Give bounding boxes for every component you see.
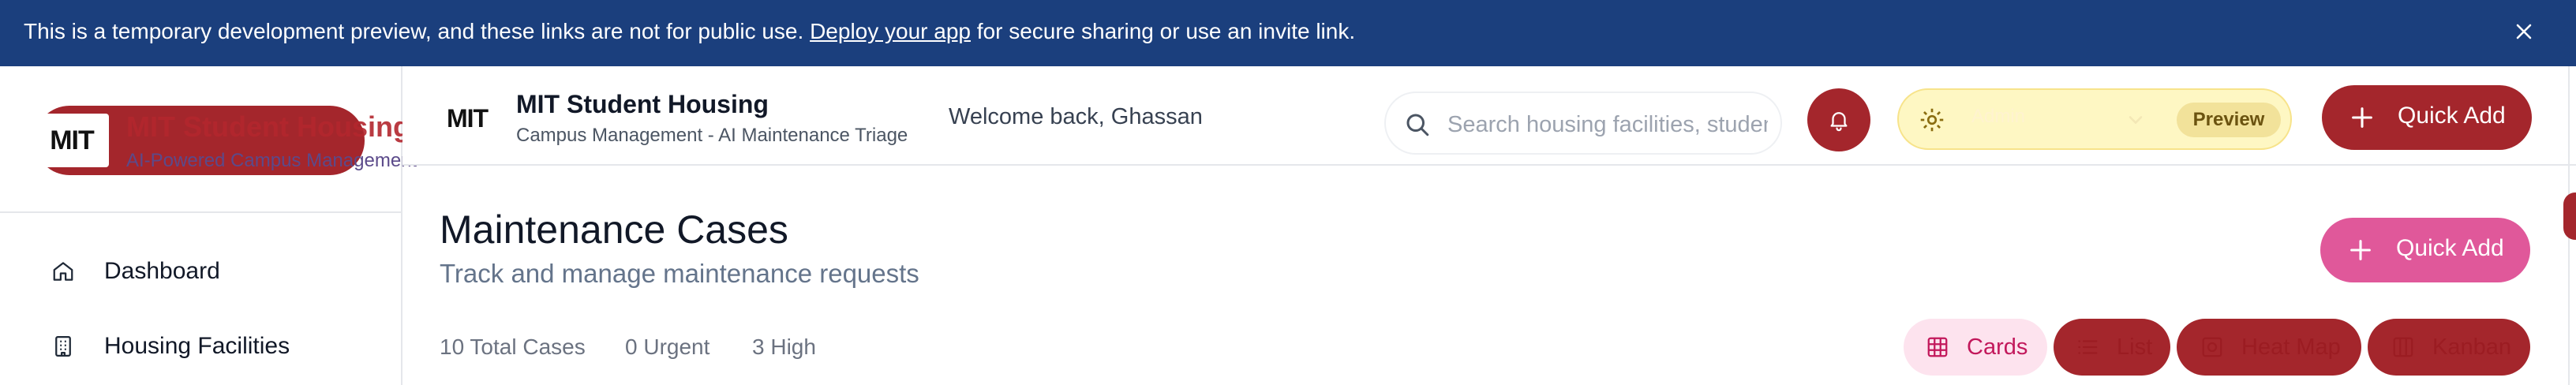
- sidebar-brand: MIT MIT Student Housing AI-Powered Campu…: [0, 66, 417, 213]
- brand-subtitle: AI-Powered Campus Management: [126, 150, 417, 171]
- close-icon: [2516, 24, 2532, 39]
- sidebar-item-label: Dashboard: [104, 258, 220, 284]
- welcome-message: Welcome back, Ghassan: [949, 104, 1203, 129]
- sidebar-item-dashboard[interactable]: Dashboard: [47, 248, 379, 295]
- quick-add-button[interactable]: Quick Add: [2320, 218, 2530, 282]
- sidebar-item-label: Housing Facilities: [104, 333, 290, 359]
- stat-high: 3 High: [752, 335, 816, 359]
- banner-message: This is a temporary development preview,…: [24, 17, 1355, 46]
- quick-add-label: Quick Add: [2398, 103, 2506, 129]
- view-toggle-list[interactable]: List: [2054, 319, 2170, 376]
- stat-total-cases: 10 Total Cases: [440, 335, 586, 359]
- page-title: Maintenance Cases: [440, 207, 788, 252]
- gear-icon: [1920, 108, 1944, 132]
- role-select-value[interactable]: Admin: [1971, 106, 2025, 128]
- deploy-app-link[interactable]: Deploy your app: [810, 19, 971, 43]
- page-subtitle: Track and manage maintenance requests: [440, 259, 919, 288]
- view-label: Cards: [1967, 334, 2028, 360]
- preview-badge: Preview: [2177, 103, 2281, 137]
- header-mit-logo: MIT: [447, 104, 489, 133]
- chevron-down-icon: [2129, 116, 2143, 125]
- top-header: MIT MIT Student Housing Campus Managemen…: [402, 66, 2576, 166]
- view-label: List: [2117, 334, 2153, 360]
- header-title: MIT Student Housing: [516, 90, 769, 118]
- bell-icon: [1830, 112, 1848, 132]
- preview-banner: This is a temporary development preview,…: [0, 0, 2576, 66]
- quick-add-label: Quick Add: [2396, 235, 2504, 261]
- search-box[interactable]: [1384, 92, 1782, 155]
- mit-logo: MIT: [35, 114, 109, 167]
- role-switcher[interactable]: Admin Preview: [1897, 88, 2292, 150]
- sidebar: MIT MIT Student Housing AI-Powered Campu…: [0, 66, 417, 385]
- view-toggle-cards[interactable]: Cards: [1904, 319, 2047, 376]
- view-toggle-heat-map[interactable]: Heat Map: [2177, 319, 2361, 376]
- header-subtitle: Campus Management - AI Maintenance Triag…: [516, 125, 908, 146]
- plus-icon: [2350, 240, 2371, 260]
- plus-icon: [2352, 107, 2372, 128]
- brand-title: MIT Student Housing: [126, 110, 402, 143]
- list-icon: [2076, 335, 2099, 359]
- sidebar-item-housing-facilities[interactable]: Housing Facilities: [47, 323, 379, 370]
- notifications-button[interactable]: [1807, 88, 1870, 151]
- stat-urgent: 0 Urgent: [625, 335, 710, 359]
- search-icon: [1406, 114, 1429, 136]
- view-label: Kanban: [2432, 334, 2511, 360]
- banner-close-button[interactable]: [2508, 16, 2540, 47]
- view-label: Heat Map: [2241, 334, 2341, 360]
- grid-icon: [1926, 335, 1949, 359]
- kanban-icon: [2391, 335, 2415, 359]
- search-input[interactable]: [1447, 107, 1768, 142]
- banner-text-after: for secure sharing or use an invite link…: [976, 19, 1356, 43]
- heat-map-icon: [2200, 335, 2224, 359]
- banner-text-before: This is a temporary development preview,…: [24, 19, 804, 43]
- building-icon: [47, 331, 79, 362]
- home-icon: [47, 256, 79, 287]
- view-toggle-kanban[interactable]: Kanban: [2368, 319, 2530, 376]
- right-panel-toggle[interactable]: [2563, 192, 2576, 240]
- header-quick-add-button[interactable]: Quick Add: [2322, 85, 2532, 150]
